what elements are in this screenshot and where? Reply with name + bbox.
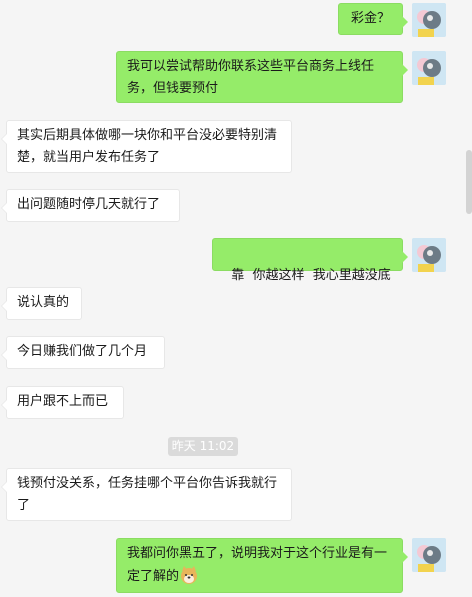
- message-bubble-outgoing[interactable]: 我都问你黑五了，说明我对于这个行业是有一定了解的: [116, 538, 408, 593]
- timestamp-label: 昨天 11:02: [168, 437, 238, 456]
- user-avatar[interactable]: [412, 3, 446, 37]
- message-text: 说认真的: [17, 295, 70, 310]
- message-bubble-incoming[interactable]: 钱预付没关系，任务挂哪个平台你告诉我就行了: [1, 468, 292, 521]
- message-text: 出问题随时停几天就行了: [17, 197, 161, 212]
- message-bubble-outgoing[interactable]: 我可以尝试帮助你联系这些平台商务上线任务，但钱要预付: [116, 51, 408, 103]
- message-bubble-outgoing[interactable]: 彩金？: [338, 3, 408, 35]
- message-text: 靠 你越这样 我心里越没底: [231, 268, 391, 283]
- user-avatar[interactable]: [412, 238, 446, 272]
- avatar-image: [412, 3, 446, 37]
- message-text: 彩金？: [350, 11, 390, 26]
- user-avatar[interactable]: [412, 51, 446, 85]
- message-bubble-incoming[interactable]: 今日赚我们做了几个月: [1, 336, 165, 369]
- message-text: 钱预付没关系，任务挂哪个平台你告诉我就行了: [17, 476, 278, 513]
- message-bubble-incoming[interactable]: 说认真的: [1, 287, 82, 320]
- avatar-image: [412, 238, 446, 272]
- message-text: 我都问你黑五了，说明我对于这个行业是有一定了解的: [127, 546, 388, 584]
- avatar-image: [412, 538, 446, 572]
- message-bubble-incoming[interactable]: 其实后期具体做哪一块你和平台没必要特别清楚，就当用户发布任务了: [1, 120, 292, 173]
- scrollbar[interactable]: [466, 150, 472, 214]
- message-bubble-incoming[interactable]: 出问题随时停几天就行了: [1, 189, 180, 222]
- message-text: 用户跟不上而已: [17, 394, 109, 409]
- message-bubble-incoming[interactable]: 用户跟不上而已: [1, 386, 124, 419]
- doge-emoji-icon: [179, 565, 199, 585]
- message-text: 今日赚我们做了几个月: [17, 344, 148, 359]
- message-text: 我可以尝试帮助你联系这些平台商务上线任务，但钱要预付: [127, 59, 375, 96]
- user-avatar[interactable]: [412, 538, 446, 572]
- message-text: 其实后期具体做哪一块你和平台没必要特别清楚，就当用户发布任务了: [17, 128, 278, 165]
- message-bubble-outgoing[interactable]: 靠 你越这样 我心里越没底: [212, 238, 408, 283]
- avatar-image: [412, 51, 446, 85]
